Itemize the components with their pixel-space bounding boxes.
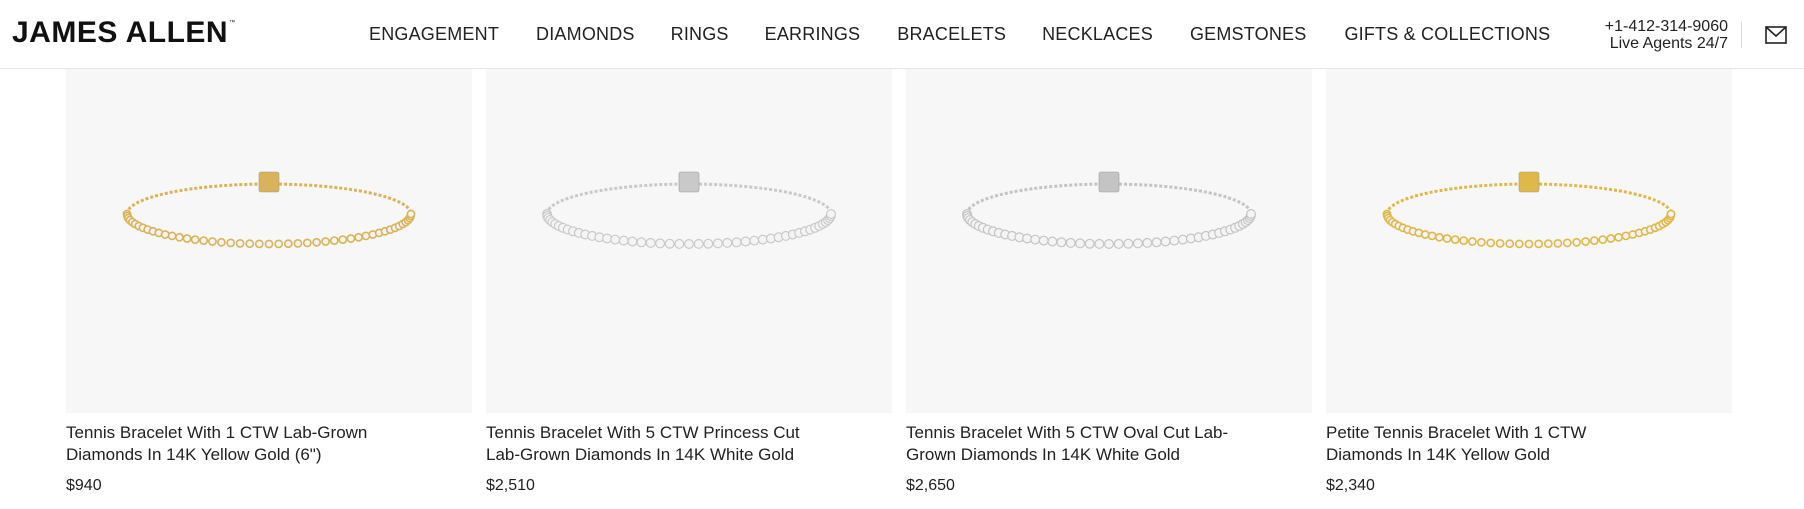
product-price: $2,650 bbox=[906, 477, 955, 494]
contact-info[interactable]: +1-412-314-9060 Live Agents 24/7 bbox=[1605, 18, 1728, 52]
product-image[interactable] bbox=[1326, 69, 1732, 413]
nav-item-necklaces[interactable]: NECKLACES bbox=[1042, 24, 1153, 45]
product-card[interactable]: Tennis Bracelet With 1 CTW Lab-Grown Dia… bbox=[66, 69, 472, 494]
nav-item-gemstones[interactable]: GEMSTONES bbox=[1190, 24, 1307, 45]
phone-number[interactable]: +1-412-314-9060 bbox=[1605, 18, 1728, 35]
site-header: JAMES ALLEN™ ENGAGEMENT DIAMONDS RINGS E… bbox=[0, 0, 1804, 69]
nav-item-rings[interactable]: RINGS bbox=[671, 24, 729, 45]
product-card[interactable]: Tennis Bracelet With 5 CTW Princess Cut … bbox=[486, 69, 892, 494]
nav-item-earrings[interactable]: EARRINGS bbox=[765, 24, 861, 45]
product-title[interactable]: Tennis Bracelet With 5 CTW Princess Cut … bbox=[486, 422, 826, 466]
product-title[interactable]: Petite Tennis Bracelet With 1 CTW Diamon… bbox=[1326, 422, 1666, 466]
brand-name: JAMES ALLEN bbox=[12, 16, 229, 49]
nav-item-gifts-collections[interactable]: GIFTS & COLLECTIONS bbox=[1344, 24, 1550, 45]
header-divider bbox=[1741, 22, 1742, 48]
product-title[interactable]: Tennis Bracelet With 5 CTW Oval Cut Lab-… bbox=[906, 422, 1246, 466]
product-price: $2,340 bbox=[1326, 477, 1375, 494]
product-price: $2,510 bbox=[486, 477, 535, 494]
live-agents-label: Live Agents 24/7 bbox=[1609, 35, 1728, 52]
trademark-mark: ™ bbox=[229, 20, 236, 26]
product-card[interactable]: Petite Tennis Bracelet With 1 CTW Diamon… bbox=[1326, 69, 1732, 494]
nav-item-engagement[interactable]: ENGAGEMENT bbox=[369, 24, 499, 45]
product-card[interactable]: Tennis Bracelet With 5 CTW Oval Cut Lab-… bbox=[906, 69, 1312, 494]
nav-item-bracelets[interactable]: BRACELETS bbox=[897, 24, 1006, 45]
nav-item-diamonds[interactable]: DIAMONDS bbox=[536, 24, 635, 45]
brand-logo[interactable]: JAMES ALLEN™ bbox=[12, 16, 236, 50]
envelope-icon[interactable] bbox=[1765, 26, 1787, 44]
product-image[interactable] bbox=[486, 69, 892, 413]
product-title[interactable]: Tennis Bracelet With 1 CTW Lab-Grown Dia… bbox=[66, 422, 406, 466]
product-image[interactable] bbox=[906, 69, 1312, 413]
product-price: $940 bbox=[66, 477, 102, 494]
product-image[interactable] bbox=[66, 69, 472, 413]
main-nav: ENGAGEMENT DIAMONDS RINGS EARRINGS BRACE… bbox=[369, 24, 1550, 45]
